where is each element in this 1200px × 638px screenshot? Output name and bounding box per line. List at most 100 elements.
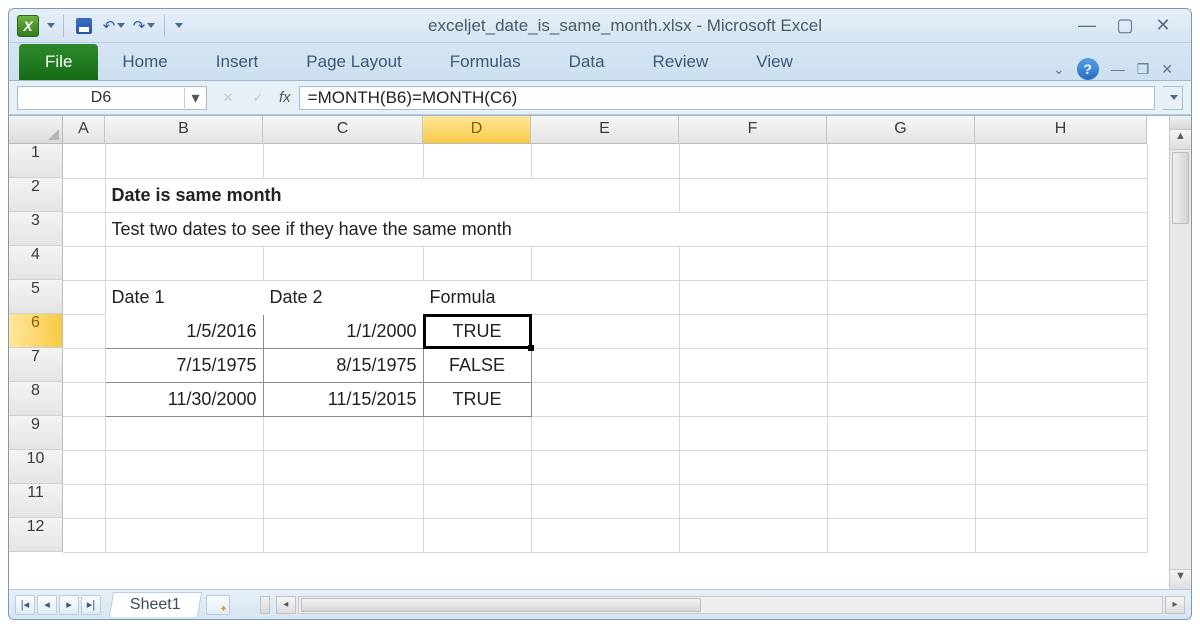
- tab-page-layout[interactable]: Page Layout: [282, 44, 425, 80]
- first-sheet-button[interactable]: |◂: [15, 595, 35, 615]
- worksheet-grid[interactable]: A B C D E F G H 1 2 3 4 5 6: [9, 115, 1191, 589]
- name-box[interactable]: D6 ▾: [17, 86, 207, 110]
- cell-c7[interactable]: 8/15/1975: [263, 348, 423, 382]
- scroll-left-icon[interactable]: ◂: [276, 596, 296, 614]
- sheet-tab-bar: |◂ ◂ ▸ ▸| Sheet1 ◂ ▸: [9, 589, 1191, 619]
- tab-view[interactable]: View: [732, 44, 817, 80]
- cell-c6[interactable]: 1/1/2000: [263, 314, 423, 348]
- row-header-12[interactable]: 12: [9, 518, 63, 552]
- cell-d8[interactable]: TRUE: [423, 382, 531, 416]
- fx-icon[interactable]: fx: [279, 89, 291, 106]
- name-box-dropdown-icon[interactable]: ▾: [184, 88, 206, 108]
- cell-d6-value: TRUE: [453, 321, 502, 341]
- vertical-split-handle[interactable]: [1170, 116, 1191, 130]
- table-header-date1[interactable]: Date 1: [105, 280, 263, 314]
- vertical-scroll-thumb[interactable]: [1172, 152, 1189, 224]
- tab-split-handle[interactable]: [260, 596, 270, 614]
- row-header-1[interactable]: 1: [9, 144, 63, 178]
- sheet-tab-label: Sheet1: [130, 596, 181, 614]
- cell-d6[interactable]: TRUE: [423, 314, 531, 348]
- col-header-e[interactable]: E: [531, 116, 679, 144]
- undo-button[interactable]: ↶: [102, 14, 126, 38]
- undo-icon: ↶: [103, 17, 116, 35]
- sheet-subtitle[interactable]: Test two dates to see if they have the s…: [105, 212, 827, 246]
- cell-c8[interactable]: 11/15/2015: [263, 382, 423, 416]
- app-menu-caret-icon[interactable]: [47, 23, 55, 28]
- column-headers: A B C D E F G H: [63, 116, 1147, 144]
- next-sheet-button[interactable]: ▸: [59, 595, 79, 615]
- cancel-formula-icon[interactable]: ✕: [215, 87, 241, 109]
- cells: Date is same month Test two dates to see…: [63, 144, 1148, 553]
- ribbon-minimize-icon[interactable]: ⌄: [1053, 61, 1065, 78]
- sheet-tab-active[interactable]: Sheet1: [109, 592, 202, 617]
- new-sheet-button[interactable]: [206, 595, 230, 615]
- col-header-a[interactable]: A: [63, 116, 105, 144]
- enter-formula-icon[interactable]: ✓: [245, 87, 271, 109]
- fill-handle[interactable]: [528, 345, 534, 351]
- redo-button[interactable]: ↷: [132, 14, 156, 38]
- cell-b7[interactable]: 7/15/1975: [105, 348, 263, 382]
- scroll-down-icon[interactable]: ▼: [1170, 569, 1191, 589]
- titlebar: X ↶ ↷ exceljet_date_is_same_month.xlsx -…: [9, 9, 1191, 43]
- formula-bar: D6 ▾ ✕ ✓ fx =MONTH(B6)=MONTH(C6): [9, 81, 1191, 115]
- tab-home[interactable]: Home: [98, 44, 191, 80]
- sheet-title[interactable]: Date is same month: [105, 178, 679, 212]
- col-header-c[interactable]: C: [263, 116, 423, 144]
- formula-input[interactable]: =MONTH(B6)=MONTH(C6): [299, 86, 1155, 110]
- quick-access-toolbar: X ↶ ↷: [9, 14, 191, 38]
- help-button[interactable]: ?: [1077, 58, 1099, 80]
- formula-bar-expand-icon[interactable]: [1163, 86, 1183, 110]
- table-header-formula[interactable]: Formula: [423, 280, 531, 314]
- vertical-scrollbar[interactable]: ▲ ▼: [1169, 116, 1191, 589]
- maximize-button[interactable]: ▢: [1115, 16, 1135, 36]
- scroll-right-icon[interactable]: ▸: [1165, 596, 1185, 614]
- close-button[interactable]: ✕: [1153, 16, 1173, 36]
- tab-review[interactable]: Review: [629, 44, 733, 80]
- col-header-g[interactable]: G: [827, 116, 975, 144]
- qat-customize-icon[interactable]: [175, 23, 183, 28]
- col-header-f[interactable]: F: [679, 116, 827, 144]
- col-header-b[interactable]: B: [105, 116, 263, 144]
- col-header-d[interactable]: D: [423, 116, 531, 144]
- save-button[interactable]: [72, 14, 96, 38]
- row-headers: 1 2 3 4 5 6 7 8 9 10 11 12: [9, 144, 63, 553]
- name-box-value: D6: [18, 89, 184, 107]
- col-header-h[interactable]: H: [975, 116, 1147, 144]
- excel-app-icon[interactable]: X: [17, 15, 39, 37]
- last-sheet-button[interactable]: ▸|: [81, 595, 101, 615]
- tab-insert[interactable]: Insert: [192, 44, 283, 80]
- row-header-7[interactable]: 7: [9, 348, 63, 382]
- redo-icon: ↷: [133, 17, 146, 35]
- row-header-5[interactable]: 5: [9, 280, 63, 314]
- row-header-11[interactable]: 11: [9, 484, 63, 518]
- horizontal-scrollbar[interactable]: ◂ ▸: [260, 596, 1185, 614]
- row-header-4[interactable]: 4: [9, 246, 63, 280]
- row-header-9[interactable]: 9: [9, 416, 63, 450]
- row-header-2[interactable]: 2: [9, 178, 63, 212]
- window-title: exceljet_date_is_same_month.xlsx - Micro…: [191, 16, 1059, 36]
- workbook-close-icon[interactable]: ✕: [1161, 61, 1173, 78]
- horizontal-scroll-thumb[interactable]: [301, 598, 701, 612]
- save-disk-icon: [76, 18, 92, 34]
- row-header-8[interactable]: 8: [9, 382, 63, 416]
- tab-data[interactable]: Data: [545, 44, 629, 80]
- minimize-button[interactable]: —: [1077, 16, 1097, 36]
- prev-sheet-button[interactable]: ◂: [37, 595, 57, 615]
- workbook-restore-icon[interactable]: ❐: [1137, 61, 1150, 78]
- scroll-up-icon[interactable]: ▲: [1170, 130, 1191, 150]
- cell-b6[interactable]: 1/5/2016: [105, 314, 263, 348]
- window-controls: — ▢ ✕: [1059, 16, 1191, 36]
- row-header-10[interactable]: 10: [9, 450, 63, 484]
- excel-window: X ↶ ↷ exceljet_date_is_same_month.xlsx -…: [8, 8, 1192, 620]
- row-header-3[interactable]: 3: [9, 212, 63, 246]
- workbook-minimize-icon[interactable]: —: [1111, 61, 1125, 77]
- cell-b8[interactable]: 11/30/2000: [105, 382, 263, 416]
- tab-file[interactable]: File: [19, 44, 98, 80]
- cell-d7[interactable]: FALSE: [423, 348, 531, 382]
- table-header-date2[interactable]: Date 2: [263, 280, 423, 314]
- tab-formulas[interactable]: Formulas: [426, 44, 545, 80]
- select-all-button[interactable]: [9, 116, 63, 144]
- row-header-6[interactable]: 6: [9, 314, 63, 348]
- ribbon-tabs: File Home Insert Page Layout Formulas Da…: [9, 43, 1191, 81]
- formula-text: =MONTH(B6)=MONTH(C6): [308, 88, 518, 108]
